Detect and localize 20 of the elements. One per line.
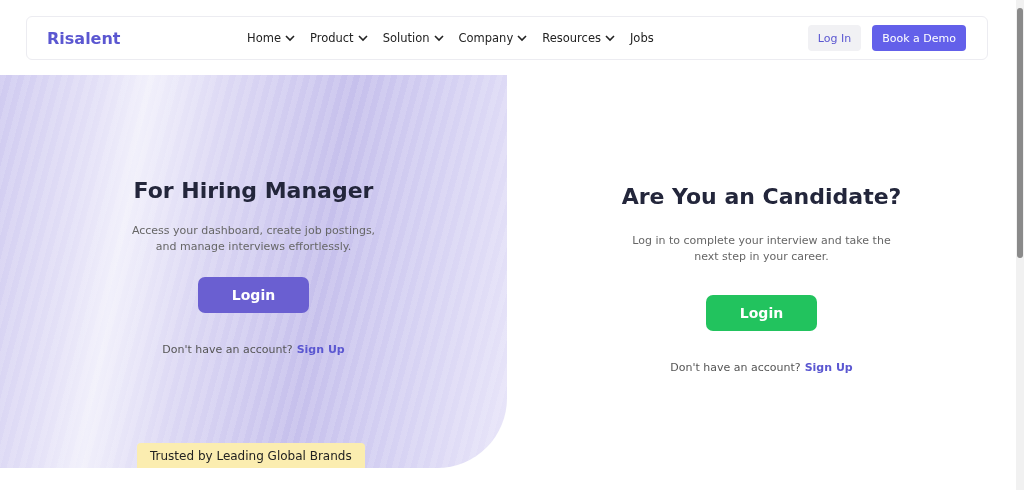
sign-up-link[interactable]: Sign Up [804,360,853,374]
scrollbar[interactable] [1016,0,1024,490]
panel-title: For Hiring Manager [133,178,374,203]
login-button[interactable]: Login [198,276,309,313]
account-prompt: Don't have an account? [162,342,293,356]
log-in-button[interactable]: Log In [807,25,862,51]
account-prompt: Don't have an account? [670,360,801,374]
panel-description: Access your dashboard, create job postings, and manage interviews effortlessly. [130,223,377,255]
panel-title: Are You an Candidate? [621,184,902,209]
logo[interactable]: Risalent [47,28,247,48]
sign-up-link[interactable]: Sign Up [296,342,345,356]
book-demo-button[interactable]: Book a Demo [872,25,966,51]
nav-link[interactable]: Company [458,31,529,45]
nav-link[interactable]: Product [309,31,369,45]
panel-description: Log in to complete your interview and take the next step in your career. [631,233,892,265]
nav-link[interactable]: Solution [382,31,445,45]
trusted-badge: Trusted by Leading Global Brands [137,443,365,468]
nav-link[interactable]: Home [247,31,296,45]
nav-link[interactable]: Resources [542,31,616,45]
nav-link[interactable]: Jobs [629,31,654,45]
